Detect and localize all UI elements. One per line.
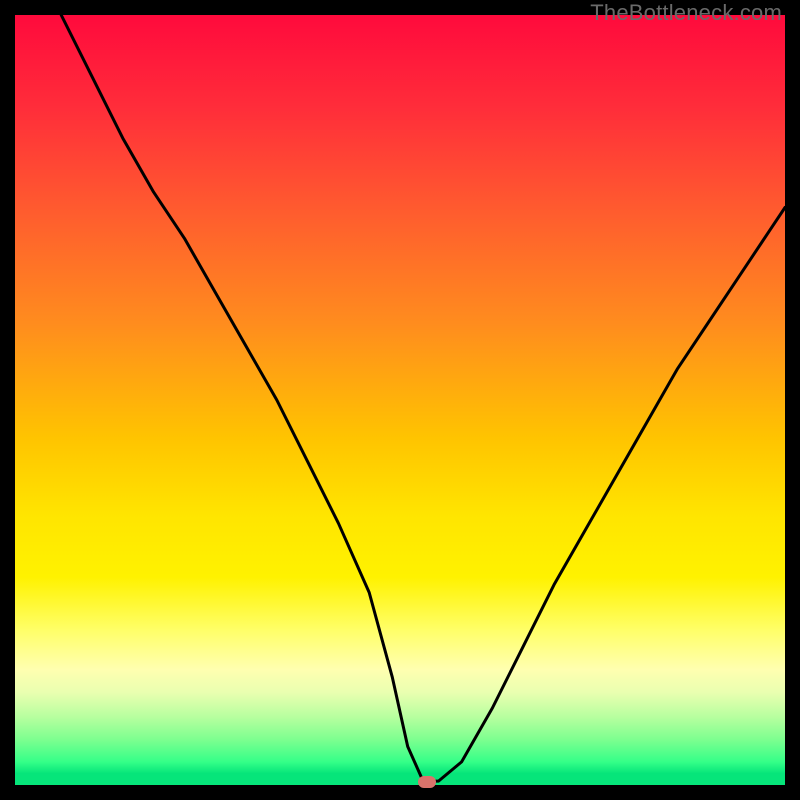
- watermark-text: TheBottleneck.com: [590, 0, 782, 26]
- optimum-marker: [418, 776, 436, 788]
- curve-path: [61, 15, 785, 781]
- bottleneck-curve: [15, 15, 785, 785]
- plot-area: [15, 15, 785, 785]
